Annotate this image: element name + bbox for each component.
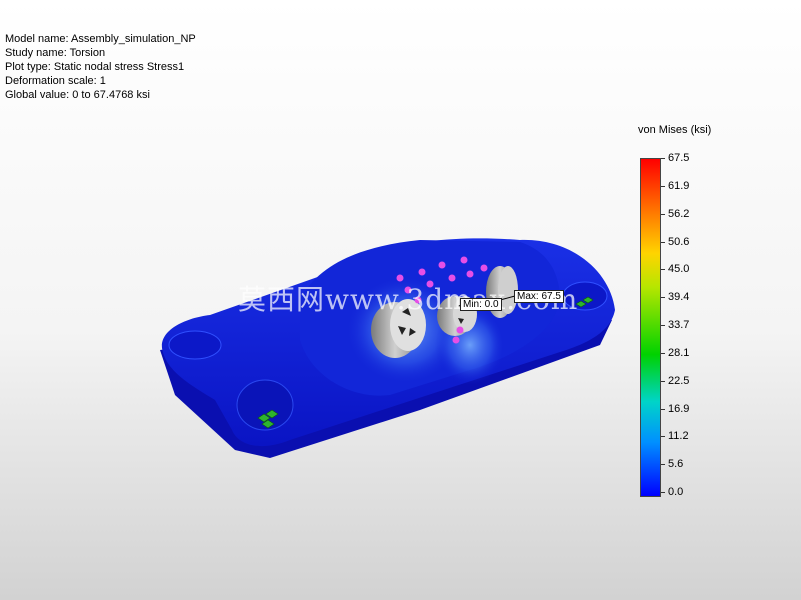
legend-tick-label: 16.9 <box>668 402 690 415</box>
legend-tick-mark <box>661 241 665 243</box>
legend-tick-label: 33.7 <box>668 319 690 331</box>
max-label: Max: 67.5 <box>514 290 564 303</box>
legend-tick-label: 22.5 <box>668 374 690 387</box>
legend-tick-label: 0.0 <box>668 486 684 498</box>
legend-tick-mark <box>661 158 665 159</box>
legend-tick-mark <box>661 436 665 438</box>
left-top-hole <box>168 330 222 360</box>
legend-tick-label: 5.6 <box>668 458 684 471</box>
legend-tick-mark <box>661 325 665 326</box>
legend-colorbar <box>640 158 661 497</box>
legend-tick-mark <box>661 185 665 187</box>
legend-tick-mark <box>661 297 665 299</box>
legend-tick-label: 50.6 <box>668 235 690 248</box>
legend-tick-label: 56.2 <box>668 207 690 220</box>
legend-tick-label: 45.0 <box>668 263 690 276</box>
legend-tick-label: 11.2 <box>668 430 689 443</box>
legend-tick-mark <box>661 492 665 493</box>
legend-title: von Mises (ksi) <box>638 124 712 136</box>
legend-tick-label: 28.1 <box>668 346 690 359</box>
legend-tick-label: 67.5 <box>668 152 690 164</box>
legend-tick-mark <box>661 408 665 410</box>
min-label: Min: 0.0 <box>460 298 502 311</box>
legend-tick-label: 61.9 <box>668 179 690 192</box>
legend-tick-label: 39.4 <box>668 291 690 304</box>
legend-tick-mark <box>661 352 665 354</box>
legend-tick-mark <box>661 269 665 271</box>
legend-tick-mark <box>661 380 665 382</box>
legend-tick-mark <box>661 213 665 215</box>
legend-tick-mark <box>661 464 665 466</box>
